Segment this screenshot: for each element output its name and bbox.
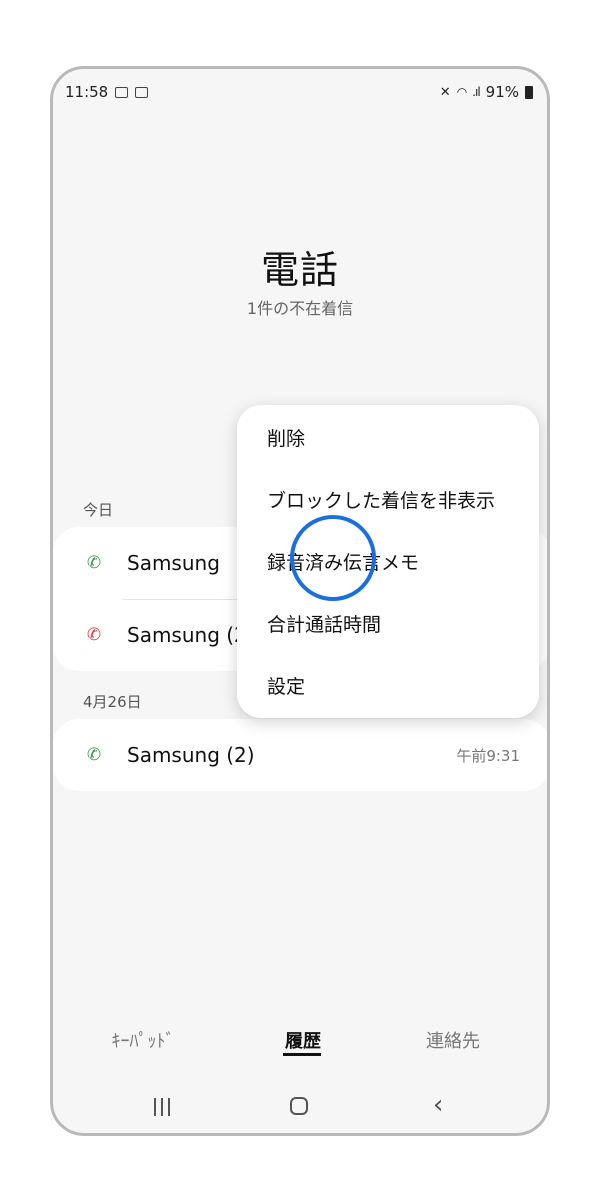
signal-icon: .ıl <box>472 85 481 99</box>
tab-keypad[interactable]: ｷｰﾊﾟｯﾄﾞ <box>103 1027 183 1053</box>
battery-icon <box>525 85 533 99</box>
menu-item-total-call-time[interactable]: 合計通話時間 <box>267 603 529 643</box>
missed-call-summary: 1件の不在着信 <box>246 299 354 318</box>
tab-contacts[interactable]: 連絡先 <box>413 1027 493 1053</box>
missed-call-icon: ✆ <box>86 625 102 645</box>
status-time: 11:58 <box>65 83 109 101</box>
section-label-today: 今日 <box>83 501 114 519</box>
caller-name: Samsung (2) <box>127 743 255 767</box>
bottom-tab-bar: ｷｰﾊﾟｯﾄﾞ 履歴 連絡先 <box>53 1027 547 1067</box>
system-nav-bar: ‹ <box>53 1090 547 1124</box>
notification-icon <box>135 86 149 98</box>
menu-item-settings[interactable]: 設定 <box>267 665 529 705</box>
call-log-card-apr26: ✆ Samsung (2) 午前9:31 <box>53 719 547 791</box>
recents-icon[interactable] <box>153 1098 173 1116</box>
section-label-apr26: 4月26日 <box>83 693 142 711</box>
touch-indicator <box>290 515 376 601</box>
call-log-row[interactable]: ✆ Samsung (2) 午前9:31 <box>53 719 547 791</box>
overflow-menu: 削除 ブロックした着信を非表示 録音済み伝言メモ 合計通話時間 設定 <box>237 405 539 718</box>
wifi-icon: ◠ <box>456 85 468 99</box>
incoming-call-icon: ✆ <box>86 553 102 573</box>
caller-name: Samsung (2) <box>127 623 255 647</box>
back-icon[interactable]: ‹ <box>433 1090 443 1120</box>
menu-item-hide-blocked[interactable]: ブロックした着信を非表示 <box>267 479 529 519</box>
status-bar: 11:58 ✕ ◠ .ıl 91% <box>65 81 533 103</box>
tab-history[interactable]: 履歴 <box>263 1027 343 1053</box>
notification-icon <box>115 86 129 98</box>
battery-percent: 91% <box>485 83 519 101</box>
mute-icon: ✕ <box>439 84 451 100</box>
active-tab-indicator <box>283 1053 321 1056</box>
caller-name: Samsung <box>127 551 220 575</box>
phone-screen: 11:58 ✕ ◠ .ıl 91% 電話 1件の不在着信 今日 ✆ Samsun… <box>50 66 550 1136</box>
menu-item-delete[interactable]: 削除 <box>267 417 529 457</box>
call-time: 午前9:31 <box>456 746 520 765</box>
page-title: 電話 <box>260 248 339 292</box>
incoming-call-icon: ✆ <box>86 745 102 765</box>
home-icon[interactable] <box>290 1097 308 1115</box>
